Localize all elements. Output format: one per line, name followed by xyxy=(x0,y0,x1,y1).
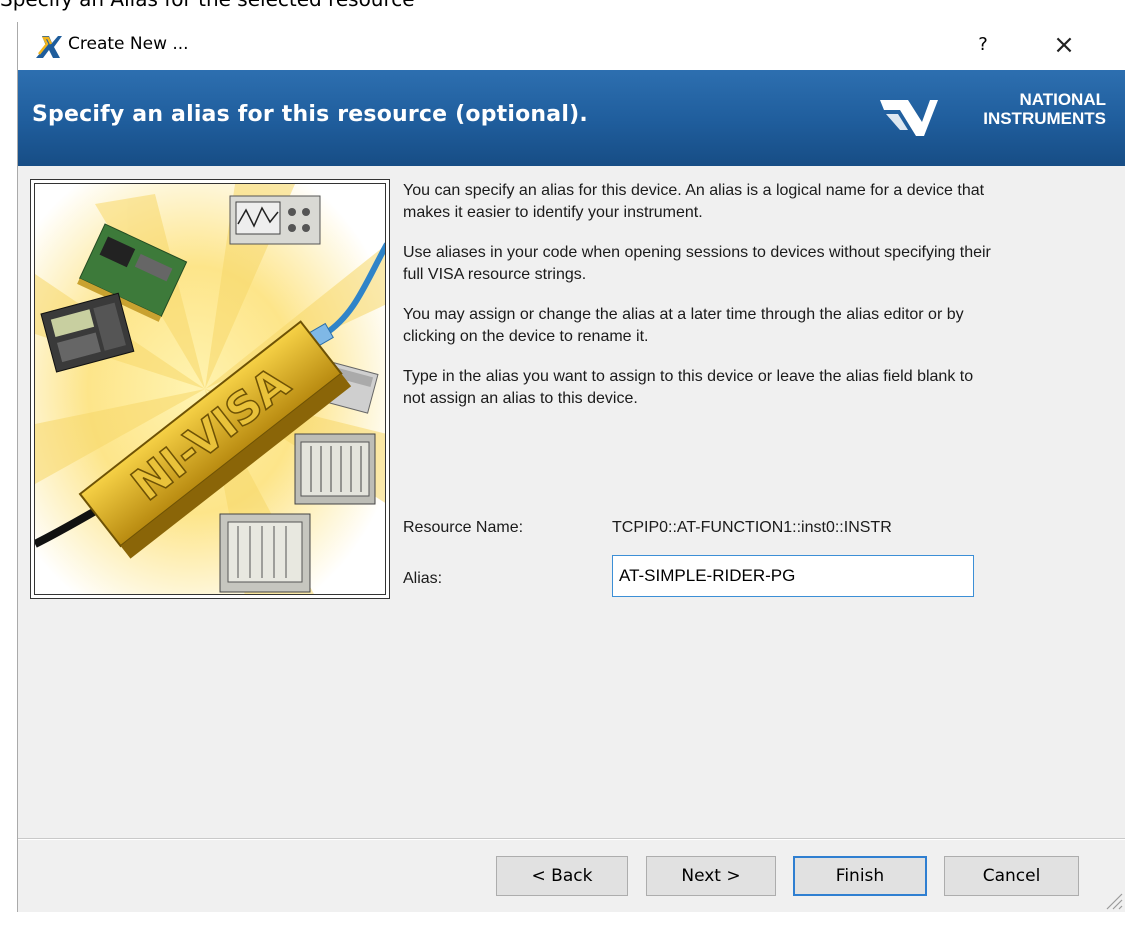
banner-title: Specify an alias for this resource (opti… xyxy=(32,102,588,127)
description-paragraph-3: You may assign or change the alias at a … xyxy=(403,306,964,345)
logo-line-national: NATIONAL xyxy=(1019,90,1106,109)
pxi-rack-image xyxy=(219,513,311,593)
wizard-banner: Specify an alias for this resource (opti… xyxy=(18,70,1125,166)
window-title: Create New ... xyxy=(68,34,189,54)
close-button[interactable]: × xyxy=(1044,28,1084,62)
oscilloscope-image xyxy=(229,195,321,245)
description-paragraph-1: You can specify an alias for this device… xyxy=(403,182,985,221)
cancel-button[interactable]: Cancel xyxy=(944,856,1079,896)
national-instruments-logo: NATIONAL INSTRUMENTS xyxy=(878,88,1118,148)
pxi-chassis-image xyxy=(294,433,376,505)
resource-name-value: TCPIP0::AT-FUNCTION1::inst0::INSTR xyxy=(612,519,892,536)
alias-label: Alias: xyxy=(403,570,443,587)
logo-line-instruments: INSTRUMENTS xyxy=(983,109,1106,128)
help-button[interactable]: ? xyxy=(968,30,998,60)
alias-input[interactable] xyxy=(612,555,974,597)
ni-eagle-logo-icon xyxy=(880,100,938,136)
finish-button[interactable]: Finish xyxy=(793,856,927,896)
document-heading: Specify an Alias for the selected resour… xyxy=(0,0,415,11)
resize-grip-icon[interactable] xyxy=(1101,888,1123,910)
resource-name-label: Resource Name: xyxy=(403,519,524,536)
ni-visa-illustration: NI-VISA xyxy=(35,184,385,594)
ni-max-app-icon xyxy=(36,36,62,58)
create-new-dialog: Create New ... ? × Specify an alias for … xyxy=(17,22,1125,912)
description-panel: You can specify an alias for this device… xyxy=(403,180,993,428)
wizard-illustration: NI-VISA xyxy=(30,179,390,599)
next-button[interactable]: Next > xyxy=(646,856,776,896)
description-paragraph-2: Use aliases in your code when opening se… xyxy=(403,244,991,283)
title-bar: Create New ... ? × xyxy=(18,22,1125,70)
back-button[interactable]: < Back xyxy=(496,856,628,896)
description-paragraph-4: Type in the alias you want to assign to … xyxy=(403,368,974,407)
